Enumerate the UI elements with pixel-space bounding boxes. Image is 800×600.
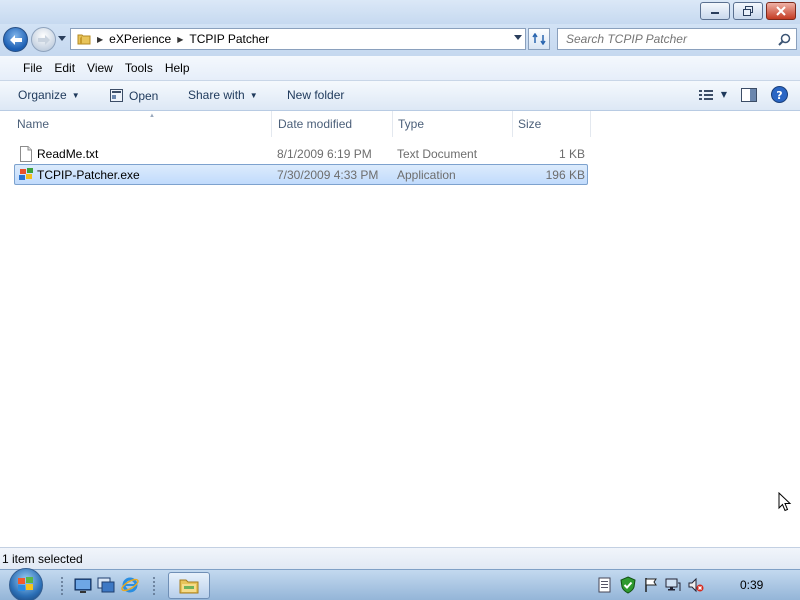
breadcrumb-separator-icon[interactable]: ▶ xyxy=(177,35,183,44)
column-header-row: Name ▲ Date modified Type Size xyxy=(0,111,800,139)
open-label: Open xyxy=(129,88,159,103)
start-button[interactable] xyxy=(8,567,44,600)
new-folder-button[interactable]: New folder xyxy=(287,88,344,102)
breadcrumb-separator-icon[interactable]: ▶ xyxy=(97,35,103,44)
folder-icon xyxy=(179,579,199,593)
window-titlebar xyxy=(0,0,800,24)
file-type: Text Document xyxy=(397,147,478,161)
organize-button[interactable]: Organize ▼ xyxy=(18,88,80,102)
back-button[interactable] xyxy=(3,27,28,52)
column-header-label: Name xyxy=(17,117,50,131)
column-header-date-modified[interactable]: Date modified xyxy=(273,111,393,137)
refresh-icon xyxy=(532,33,546,45)
address-row: ▶ eXPerience ▶ TCPIP Patcher xyxy=(0,24,800,56)
menu-bar: File Edit View Tools Help xyxy=(0,56,800,81)
back-arrow-icon xyxy=(9,34,22,45)
open-button[interactable]: Open xyxy=(109,88,158,103)
address-bar[interactable]: ▶ eXPerience ▶ TCPIP Patcher xyxy=(70,28,526,50)
taskbar-explorer-window[interactable] xyxy=(168,572,210,599)
file-date-modified: 7/30/2009 4:33 PM xyxy=(277,168,379,182)
organize-label: Organize xyxy=(18,88,67,102)
clock[interactable]: 0:39 xyxy=(740,578,763,592)
chevron-down-icon: ▼ xyxy=(71,90,80,100)
preview-pane-icon[interactable] xyxy=(741,87,757,102)
file-row[interactable]: ReadMe.txt 8/1/2009 6:19 PM Text Documen… xyxy=(14,143,588,164)
switch-windows-icon[interactable] xyxy=(97,576,115,594)
volume-muted-icon[interactable] xyxy=(688,577,704,593)
menu-tools[interactable]: Tools xyxy=(120,59,158,77)
command-bar: Organize ▼ Open Share with ▼ New folder … xyxy=(0,81,800,111)
file-size: 196 KB xyxy=(545,168,585,182)
change-view-button[interactable]: ▼ xyxy=(698,89,727,101)
new-folder-label: New folder xyxy=(287,88,345,102)
breadcrumb-item[interactable]: eXPerience xyxy=(109,32,171,46)
internet-explorer-icon[interactable] xyxy=(121,576,139,594)
file-name: ReadMe.txt xyxy=(37,147,99,161)
menu-view[interactable]: View xyxy=(82,59,118,77)
menu-help[interactable]: Help xyxy=(160,59,195,77)
share-with-label: Share with xyxy=(188,88,245,102)
file-name: TCPIP-Patcher.exe xyxy=(37,168,140,182)
mouse-cursor-icon xyxy=(778,492,792,512)
svg-text:?: ? xyxy=(776,89,782,102)
restore-icon xyxy=(743,6,753,16)
toolbar-grip[interactable] xyxy=(60,576,64,595)
file-date-modified: 8/1/2009 6:19 PM xyxy=(277,147,372,161)
help-icon[interactable]: ? xyxy=(771,86,788,103)
file-type: Application xyxy=(397,168,456,182)
taskbar: 0:39 xyxy=(0,567,800,600)
application-icon xyxy=(19,168,33,180)
forward-button[interactable] xyxy=(31,27,56,52)
column-header-label: Size xyxy=(518,117,542,131)
menu-file[interactable]: File xyxy=(18,59,47,77)
documents-tray-icon[interactable] xyxy=(598,577,612,593)
column-header-type[interactable]: Type xyxy=(393,111,513,137)
address-dropdown-icon[interactable] xyxy=(514,35,522,41)
file-row-selected[interactable]: TCPIP-Patcher.exe 7/30/2009 4:33 PM Appl… xyxy=(14,164,588,185)
recent-pages-dropdown-icon[interactable] xyxy=(58,36,66,42)
file-list: ReadMe.txt 8/1/2009 6:19 PM Text Documen… xyxy=(0,139,800,547)
status-bar: 1 item selected xyxy=(0,547,800,569)
refresh-button[interactable] xyxy=(528,28,550,50)
column-header-name[interactable]: Name ▲ xyxy=(12,111,272,137)
details-view-icon xyxy=(698,89,713,100)
system-tray xyxy=(598,576,704,594)
open-icon xyxy=(110,89,123,102)
network-icon[interactable] xyxy=(665,577,681,593)
search-icon[interactable] xyxy=(778,33,791,46)
menu-edit[interactable]: Edit xyxy=(49,59,80,77)
search-box[interactable] xyxy=(557,28,797,50)
column-header-label: Type xyxy=(398,117,425,131)
restore-button[interactable] xyxy=(733,2,763,20)
file-size: 1 KB xyxy=(558,147,585,161)
view-controls: ▼ ? xyxy=(698,86,788,103)
status-text: 1 item selected xyxy=(2,551,83,566)
share-with-button[interactable]: Share with ▼ xyxy=(188,88,258,102)
chevron-down-icon: ▼ xyxy=(720,90,727,99)
sort-up-icon: ▲ xyxy=(149,113,155,119)
show-desktop-icon[interactable] xyxy=(74,576,92,594)
minimize-icon xyxy=(711,12,719,14)
search-input[interactable] xyxy=(558,32,768,46)
minimize-button[interactable] xyxy=(700,2,730,20)
close-button[interactable] xyxy=(766,2,796,20)
breadcrumb: ▶ eXPerience ▶ TCPIP Patcher xyxy=(71,32,269,46)
chevron-down-icon: ▼ xyxy=(249,90,258,100)
column-header-label: Date modified xyxy=(278,117,353,131)
forward-arrow-icon xyxy=(37,34,50,45)
action-center-flag-icon[interactable] xyxy=(644,577,658,593)
close-icon xyxy=(776,6,786,16)
toolbar-grip[interactable] xyxy=(152,576,156,595)
security-shield-icon[interactable] xyxy=(619,576,637,594)
breadcrumb-item[interactable]: TCPIP Patcher xyxy=(189,32,269,46)
folder-icon xyxy=(77,34,91,45)
windows-logo-icon xyxy=(9,567,43,600)
column-header-size[interactable]: Size xyxy=(513,111,591,137)
window-controls xyxy=(700,2,796,20)
text-file-icon xyxy=(20,146,32,162)
